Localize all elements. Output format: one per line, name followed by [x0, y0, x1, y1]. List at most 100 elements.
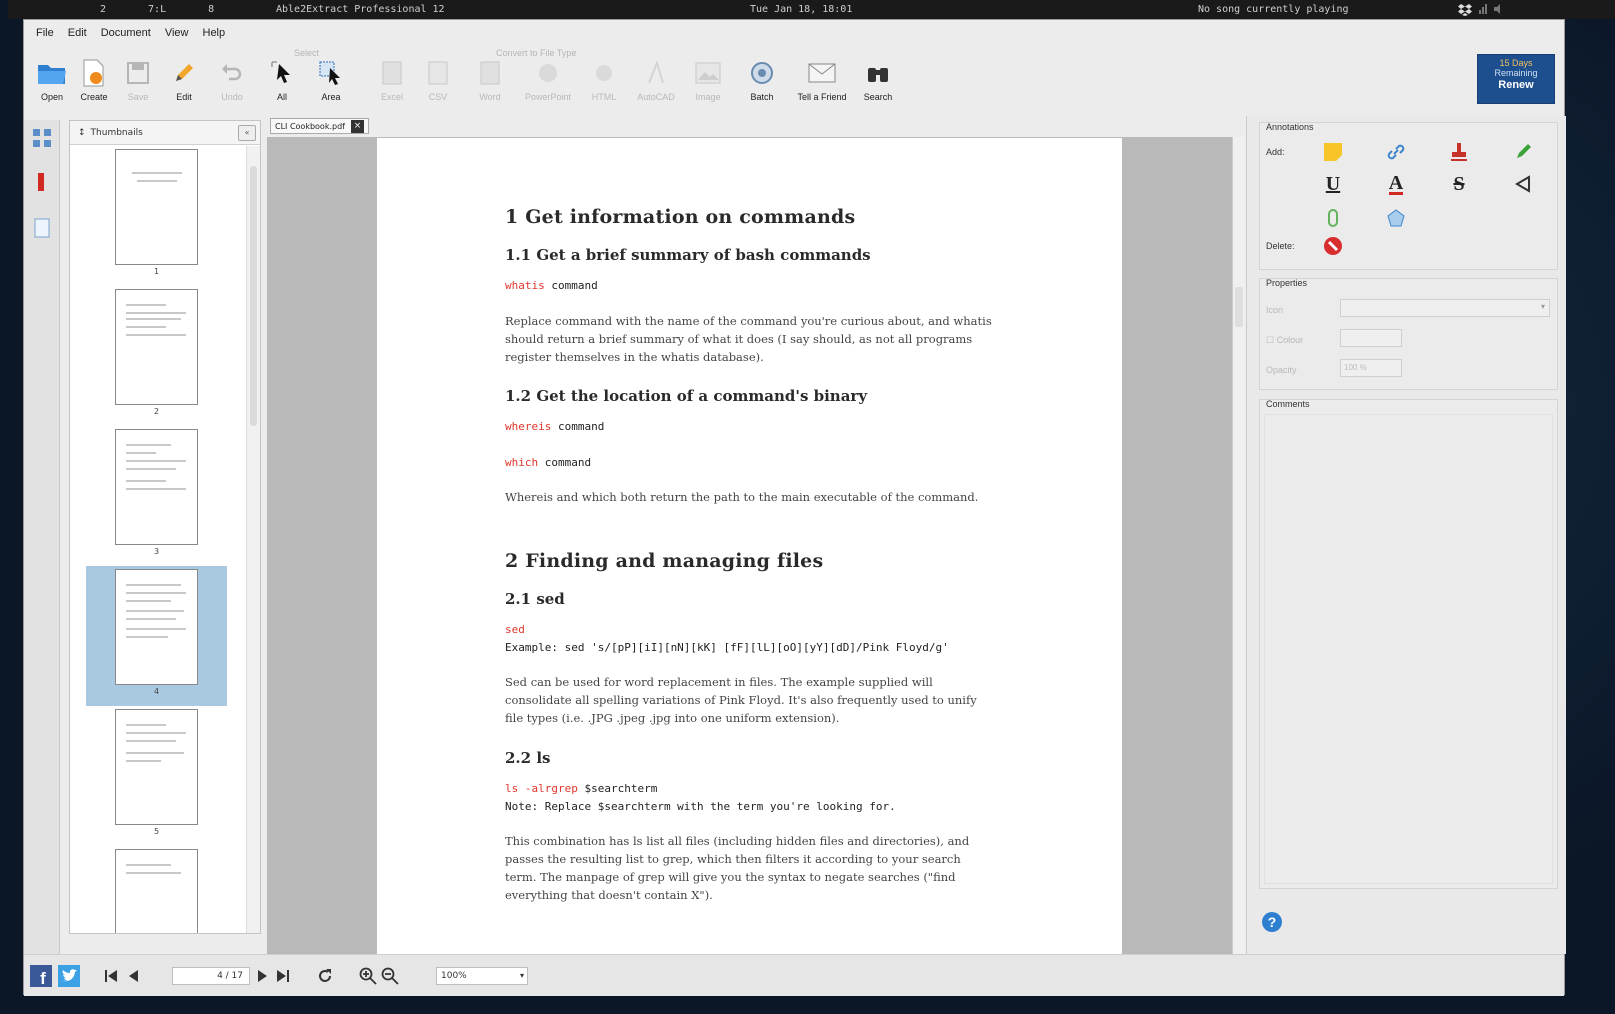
page-preview	[115, 709, 198, 825]
thumbnail-page-selected[interactable]: 4	[86, 566, 227, 706]
thumbnails-panel-icon[interactable]	[29, 124, 55, 152]
volume-icon[interactable]	[1494, 3, 1504, 14]
section-heading: 2 Finding and managing files	[505, 550, 824, 572]
zoom-select[interactable]: 100% ▾	[436, 967, 528, 985]
save-button[interactable]: Save	[116, 58, 160, 114]
paragraph: This combination has ls list all files (…	[505, 834, 970, 902]
powerpoint-icon	[533, 58, 563, 88]
menu-view[interactable]: View	[165, 27, 189, 39]
zoom-in-icon[interactable]	[358, 965, 378, 987]
convert-powerpoint-button[interactable]: PowerPoint	[525, 58, 571, 114]
menu-edit[interactable]: Edit	[68, 27, 87, 39]
open-button[interactable]: Open	[30, 58, 74, 114]
annotations-title: Annotations	[1266, 122, 1314, 132]
comments-textarea[interactable]	[1264, 414, 1553, 884]
thumbnail-page[interactable]: 5	[86, 706, 227, 846]
text-color-icon[interactable]: A	[1385, 173, 1407, 195]
delete-annotation-icon[interactable]	[1322, 235, 1344, 257]
paragraph: Sed can be used for word replacement in …	[505, 675, 977, 725]
menu-document[interactable]: Document	[101, 27, 151, 39]
icon-select[interactable]: ▾	[1340, 299, 1550, 317]
thumbnails-toggle-icon[interactable]: ↕	[78, 128, 86, 138]
next-page-icon[interactable]	[254, 965, 272, 987]
excel-icon	[377, 58, 407, 88]
undo-button[interactable]: Undo	[210, 58, 254, 114]
help-icon[interactable]: ?	[1261, 911, 1283, 938]
thumbnail-page[interactable]: 3	[86, 426, 227, 566]
convert-excel-button[interactable]: Excel	[370, 58, 414, 114]
previous-page-icon[interactable]	[124, 965, 142, 987]
thumbnails-title: Thumbnails	[90, 127, 143, 138]
convert-word-button[interactable]: Word	[468, 58, 512, 114]
convert-image-button[interactable]: Image	[686, 58, 730, 114]
save-icon	[123, 58, 153, 88]
highlighter-icon[interactable]	[1512, 141, 1534, 163]
document-tab-label: CLI Cookbook.pdf	[275, 121, 345, 131]
scrollbar-thumb[interactable]	[1235, 287, 1243, 327]
scrollbar-thumb[interactable]	[250, 166, 257, 426]
facebook-icon[interactable]: f	[30, 965, 52, 987]
convert-html-button[interactable]: HTML	[582, 58, 626, 114]
tell-a-friend-button[interactable]: Tell a Friend	[797, 58, 847, 114]
opacity-spinbox[interactable]: 100 %	[1340, 359, 1402, 377]
workspace-2[interactable]: 2	[100, 4, 106, 15]
shape-icon[interactable]	[1385, 207, 1407, 229]
thumbnail-page[interactable]: 2	[86, 286, 227, 426]
code-line: ls -alrgrep $searchterm	[505, 782, 658, 795]
menu-file[interactable]: File	[36, 27, 54, 39]
annotations-panel: Annotations Add: U A S Delete: Propertie…	[1246, 116, 1566, 954]
workspace-switcher[interactable]: 2 7:L 8	[100, 4, 214, 15]
attachment-icon[interactable]	[1322, 207, 1344, 229]
underline-icon[interactable]: U	[1322, 173, 1344, 195]
sticky-note-icon[interactable]	[1322, 141, 1344, 163]
convert-csv-button[interactable]: CSV	[416, 58, 460, 114]
colour-checkbox[interactable]: ☐ Colour	[1266, 335, 1303, 346]
convert-autocad-button[interactable]: AutoCAD	[634, 58, 678, 114]
workspace-8[interactable]: 8	[208, 4, 214, 15]
pages-panel-icon[interactable]	[29, 214, 55, 242]
cursor-icon	[267, 58, 297, 88]
last-page-icon[interactable]	[274, 965, 292, 987]
first-page-icon[interactable]	[102, 965, 120, 987]
stamp-icon[interactable]	[1448, 141, 1470, 163]
system-tray[interactable]	[1458, 3, 1504, 16]
search-button[interactable]: Search	[856, 58, 900, 114]
page-preview	[115, 429, 198, 545]
network-icon[interactable]	[1478, 3, 1488, 14]
paragraph: Whereis and which both return the path t…	[505, 490, 979, 504]
document-tab[interactable]: CLI Cookbook.pdf ×	[270, 118, 369, 134]
main-toolbar: Select Convert to File Type Open Create …	[24, 46, 1564, 116]
code-line: Note: Replace $searchterm with the term …	[505, 800, 896, 813]
bookmarks-panel-icon[interactable]	[29, 168, 55, 196]
create-button[interactable]: Create	[72, 58, 116, 114]
thumbnail-page[interactable]: 6	[86, 846, 227, 933]
collapse-panel-button[interactable]: «	[238, 125, 256, 141]
edit-button[interactable]: Edit	[162, 58, 206, 114]
page-preview	[115, 849, 198, 933]
strikethrough-icon[interactable]: S	[1448, 173, 1470, 195]
menu-help[interactable]: Help	[203, 27, 226, 39]
batch-button[interactable]: Batch	[740, 58, 784, 114]
thumbnail-scrollbar[interactable]	[246, 146, 260, 933]
subsection-heading: 1.1 Get a brief summary of bash commands	[505, 246, 871, 264]
page-number-input[interactable]: 4 / 17	[172, 967, 250, 985]
thumbnail-page[interactable]: 1	[86, 146, 227, 286]
close-tab-icon[interactable]: ×	[350, 119, 364, 133]
colour-swatch[interactable]	[1340, 329, 1402, 347]
rotate-icon[interactable]	[316, 965, 334, 987]
dropbox-icon[interactable]	[1458, 3, 1472, 16]
chevron-down-icon: ▾	[519, 971, 524, 980]
page-preview	[115, 289, 198, 405]
document-scrollbar[interactable]	[1232, 137, 1245, 954]
renew-button[interactable]: 15 Days Remaining Renew	[1477, 54, 1555, 104]
zoom-out-icon[interactable]	[380, 965, 400, 987]
select-area-button[interactable]: Area	[309, 58, 353, 114]
twitter-icon[interactable]	[58, 965, 80, 987]
select-all-button[interactable]: All	[260, 58, 304, 114]
workspace-7[interactable]: 7:L	[148, 4, 166, 15]
callout-icon[interactable]	[1512, 173, 1534, 195]
document-viewport[interactable]: 1 Get information on commands 1.1 Get a …	[267, 137, 1232, 954]
thumbnail-list: 1 2 3 4 5 6	[70, 146, 246, 933]
link-icon[interactable]	[1385, 141, 1407, 163]
comments-section: Comments	[1259, 399, 1558, 889]
